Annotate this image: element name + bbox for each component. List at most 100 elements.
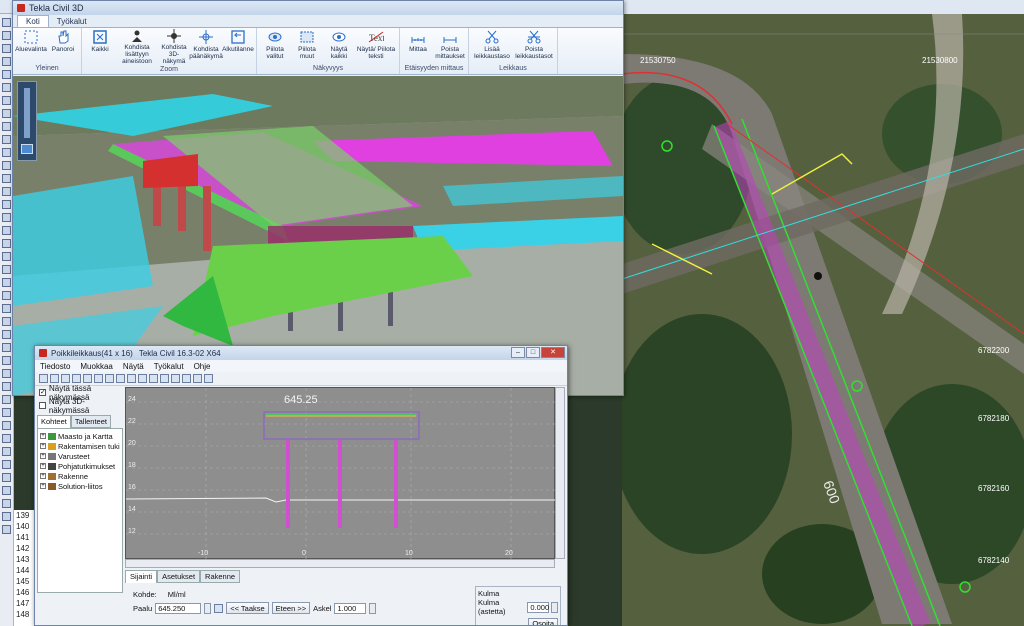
poista-mittaukset-button[interactable]: Poista mittaukset [435,29,465,64]
tool-icon[interactable] [2,486,11,495]
tool-icon[interactable] [2,161,11,170]
tool-icon[interactable] [2,252,11,261]
lisaa-leikkaustaso-button[interactable]: Lisää leikkaustaso [472,29,512,64]
horizontal-scrollbar[interactable] [125,559,555,568]
askel-spinner[interactable] [369,602,377,614]
tool-icon[interactable] [2,291,11,300]
tool-icon[interactable] [2,18,11,27]
tool-icon[interactable] [2,447,11,456]
tab-sijainti[interactable]: Sijainti [125,570,158,583]
piilota-valitut-button[interactable]: Piilota valitut [260,29,290,64]
close-button[interactable]: ✕ [541,347,565,358]
tab-tyokalut[interactable]: Työkalut [49,16,95,27]
print-icon[interactable] [160,374,169,383]
tool-icon[interactable] [2,395,11,404]
kaikki-button[interactable]: Kaikki [85,29,115,65]
kohdista-3d-button[interactable]: Kohdista 3D-näkymä [159,29,189,65]
poista-leikkaustasot-button[interactable]: Poista leikkaustasot [514,29,554,64]
menu-tiedosto[interactable]: Tiedosto [40,362,70,371]
zoom-window-icon[interactable] [105,374,114,383]
next-button[interactable]: Eteen >> [271,602,311,614]
pencil-icon[interactable] [204,374,213,383]
tool-icon[interactable] [2,148,11,157]
minimize-button[interactable]: – [511,347,525,358]
tool-icon[interactable] [2,70,11,79]
tree-item[interactable]: + Maasto ja Kartta [40,431,120,441]
view-cube-icon[interactable] [21,144,33,154]
tool-icon[interactable] [2,83,11,92]
tool-icon[interactable] [2,460,11,469]
tool-icon[interactable] [2,213,11,222]
checkbox-checked[interactable]: ✓ [39,389,46,396]
alkutilanne-button[interactable]: Alkutilanne [222,29,254,65]
tool-icon[interactable] [2,31,11,40]
expand-icon[interactable]: + [40,483,46,489]
tool-icon[interactable] [2,499,11,508]
menu-tyokalut[interactable]: Työkalut [154,362,184,371]
tool-icon[interactable] [2,512,11,521]
vertical-scrollbar[interactable] [555,387,565,559]
tool-icon[interactable] [2,317,11,326]
tool-icon[interactable] [2,109,11,118]
tool-icon[interactable] [2,343,11,352]
kulma-input[interactable]: 0.000 [527,601,550,613]
tool-icon[interactable] [2,473,11,482]
refresh-icon[interactable] [61,374,70,383]
aluevalinta-button[interactable]: Aluevalinta [15,29,47,64]
tool-icon[interactable] [2,96,11,105]
kohdista-paanakyma-button[interactable]: Kohdista päänäkymä [189,29,223,65]
tree-item[interactable]: + Rakentamisen tuki [40,441,120,451]
tool-icon[interactable] [2,265,11,274]
osoita-button[interactable]: Osoita [528,618,558,625]
tool-icon[interactable] [2,421,11,430]
panoroi-button[interactable]: Panoroi [48,29,78,64]
kohdista-lisattyyn-button[interactable]: Kohdista lisättyyn aineistoon [117,29,157,65]
tab-koti[interactable]: Koti [17,15,49,27]
cross-section-plot[interactable]: 645.25 24 22 20 18 16 14 12 -10 0 10 20 [125,387,556,560]
tool-icon[interactable] [2,135,11,144]
tool-icon[interactable] [2,174,11,183]
menu-muokkaa[interactable]: Muokkaa [80,362,112,371]
checkbox-unchecked[interactable] [39,402,46,409]
tool-icon[interactable] [2,200,11,209]
tool-icon[interactable] [2,57,11,66]
expand-icon[interactable]: + [40,463,46,469]
tool-icon[interactable] [2,187,11,196]
expand-icon[interactable]: + [40,473,46,479]
tool-icon[interactable] [2,525,11,534]
view-navigation-toolbar[interactable] [17,81,37,161]
prev-button[interactable]: << Taakse [226,602,269,614]
askel-input[interactable]: 1.000 [334,602,367,614]
maximize-button[interactable]: □ [526,347,540,358]
expand-icon[interactable]: + [40,453,46,459]
arrow-left-icon[interactable] [39,374,48,383]
tree-item[interactable]: + Pohjatutkimukset [40,461,120,471]
tool-icon[interactable] [2,369,11,378]
tool-icon[interactable] [2,408,11,417]
tool-icon[interactable] [2,239,11,248]
zoom-all-icon[interactable] [116,374,125,383]
grid-icon[interactable] [72,374,81,383]
kulma-spinner[interactable] [551,601,558,613]
tab-asetukset[interactable]: Asetukset [157,570,201,583]
nayta-kaikki-button[interactable]: Näytä kaikki [324,29,354,64]
paalu-input[interactable]: 645.250 [155,602,202,614]
tool-icon[interactable] [2,382,11,391]
expand-icon[interactable]: + [40,433,46,439]
globe-icon[interactable] [182,374,191,383]
tool-icon[interactable] [2,356,11,365]
tree-item[interactable]: + Rakenne [40,471,120,481]
pointer-icon[interactable] [214,603,224,613]
tab-tallenteet[interactable]: Tallenteet [70,415,111,428]
zoom-out-icon[interactable] [94,374,103,383]
check-icon[interactable] [50,374,59,383]
tab-kohteet[interactable]: Kohteet [37,415,71,428]
checkbox-show-3d[interactable]: Näytä 3D-näkymässä [37,397,123,415]
paalu-spinner[interactable] [204,602,212,614]
expand-icon[interactable]: + [40,443,46,449]
tool-icon[interactable] [2,304,11,313]
settings-icon[interactable] [171,374,180,383]
tool-icon[interactable] [2,330,11,339]
tab-rakenne[interactable]: Rakenne [200,570,241,583]
tool-icon[interactable] [2,44,11,53]
